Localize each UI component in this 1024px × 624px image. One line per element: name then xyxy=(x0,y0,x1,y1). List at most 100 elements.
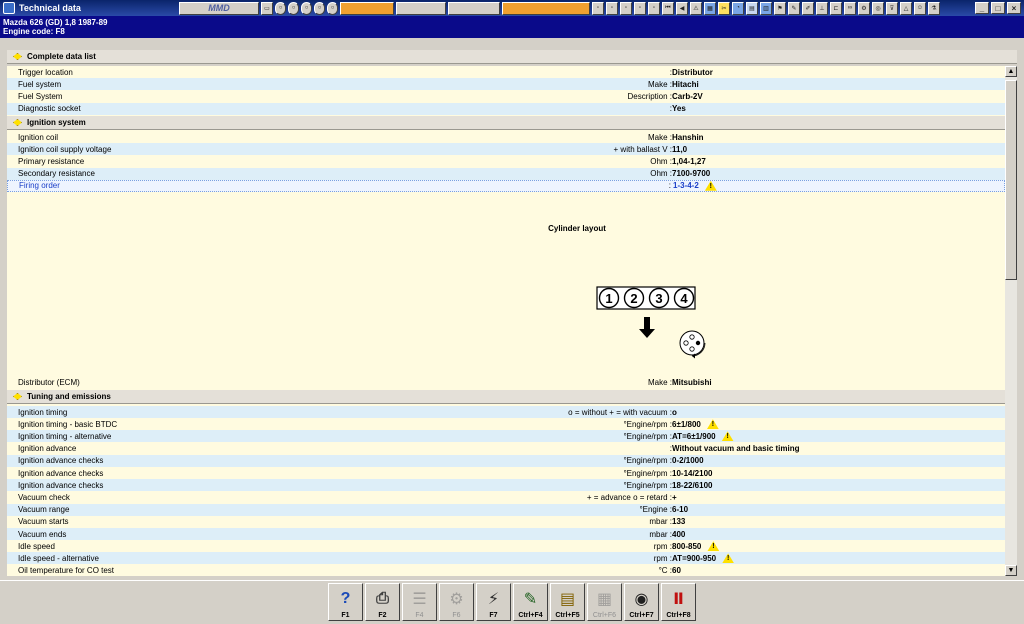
section-ignition-system[interactable]: Ignition system xyxy=(7,116,1005,130)
row-label: Trigger location xyxy=(18,67,73,77)
row-value-text: 18-22/6100 xyxy=(672,480,713,490)
toolbar-button-6[interactable]: ○ xyxy=(327,1,338,15)
warning-icon[interactable] xyxy=(704,180,717,191)
scroll-down-arrow-icon[interactable]: ▼ xyxy=(1005,565,1017,576)
gauge-icon[interactable]: ◔ xyxy=(732,1,744,15)
row-value-text: + xyxy=(672,492,677,502)
toolbar-button-7[interactable]: ▫ xyxy=(592,1,604,15)
row-value-text: 10-14/2100 xyxy=(672,468,713,478)
bracket-icon[interactable]: ⊏ xyxy=(830,1,842,15)
close-button[interactable]: × xyxy=(1007,2,1021,14)
table-row: Ignition coil Make : Hanshin xyxy=(7,131,1005,143)
table-row: Diagnostic socket: Yes xyxy=(7,102,1005,115)
fkey-ctrl-f5[interactable]: ▤ Ctrl+F5 xyxy=(550,583,585,621)
window-title: Technical data xyxy=(19,3,81,13)
row-value: 400 xyxy=(672,530,685,539)
settings-icon[interactable]: ⚙ xyxy=(858,1,870,15)
row-value-text: 133 xyxy=(672,517,686,527)
help-icon: ? xyxy=(340,590,351,607)
table-row: Idle speed rpm :800-850 xyxy=(7,540,1005,552)
table-row[interactable]: Firing order:1-3-4-2 xyxy=(7,179,1005,192)
row-value: + xyxy=(672,493,677,502)
row-value: 1-3-4-2 xyxy=(673,180,717,191)
row-unit: o = without + = with vacuum : xyxy=(568,407,672,417)
sheet-icon: ▤ xyxy=(559,591,576,608)
expand-icon xyxy=(13,119,22,126)
wrench-icon[interactable]: ✎ xyxy=(788,1,800,15)
table-row: Vacuum starts mbar :133 xyxy=(7,516,1005,528)
warning-icon[interactable]: ⚠ xyxy=(690,1,702,15)
display-control[interactable] xyxy=(448,1,500,15)
row-unit: Description : xyxy=(627,91,672,101)
warning-icon[interactable] xyxy=(722,553,735,564)
row-label: Ignition coil xyxy=(18,132,59,142)
warning-icon[interactable] xyxy=(706,419,719,430)
row-label: Ignition advance checks xyxy=(18,480,104,490)
table-row: Ignition timing - alternative °Engine/rpm… xyxy=(7,430,1005,443)
filter-icon[interactable]: ⊽ xyxy=(886,1,898,15)
nav-prev-button[interactable]: ◀ xyxy=(676,1,688,15)
toolbar-button-1[interactable]: ▭ xyxy=(261,1,273,15)
gauges-icon: ◉ xyxy=(634,591,649,608)
fkey-f7[interactable]: ⚡ F7 xyxy=(476,583,511,621)
fkey-f2[interactable]: ⎙ F2 xyxy=(365,583,400,621)
flag-icon[interactable]: ⚑ xyxy=(774,1,786,15)
toolbar-button-9[interactable]: ▫ xyxy=(620,1,632,15)
cylinder-number: 1 xyxy=(605,291,612,306)
toolbar-button-10[interactable]: ▫ xyxy=(634,1,646,15)
toolbar-button-2[interactable]: ○ xyxy=(275,1,286,15)
fkey-f1[interactable]: ? F1 xyxy=(328,583,363,621)
cylinder-layout-title: Cylinder layout xyxy=(548,224,606,233)
row-value-text: Mitsubishi xyxy=(672,377,712,387)
chart-icon[interactable]: ▦ xyxy=(704,1,716,15)
link-icon[interactable]: ∞ xyxy=(844,1,856,15)
slider-control[interactable] xyxy=(396,1,446,15)
list-icon: ☰ xyxy=(412,591,427,608)
person-icon[interactable]: ☺ xyxy=(914,1,926,15)
fkey-label: Ctrl+F5 xyxy=(555,612,580,619)
row-value-text: Hitachi xyxy=(672,79,699,89)
row-value: AT=900-950 xyxy=(672,553,735,564)
gauge2-icon[interactable]: ◎ xyxy=(872,1,884,15)
thermometer-icon[interactable]: ⊥ xyxy=(816,1,828,15)
scroll-up-arrow-icon[interactable]: ▲ xyxy=(1005,66,1017,77)
fkey-ctrl-f7[interactable]: ◉ Ctrl+F7 xyxy=(624,583,659,621)
fkey-label: F1 xyxy=(341,612,350,619)
toolbar: MMD ▭ ○ ○ ○ ○ ○ ▫ ▫ ▫ ▫ ▫ ⏮ ◀ ⚠ ▦ ✂ ◔ ▤ … xyxy=(179,1,940,15)
toolbar-button-4[interactable]: ○ xyxy=(301,1,312,15)
scroll-thumb[interactable] xyxy=(1005,80,1017,280)
section-complete-data-list[interactable]: Complete data list xyxy=(7,50,1017,64)
distributor-terminal xyxy=(683,340,689,346)
row-unit: °Engine/rpm : xyxy=(623,419,672,429)
book-icon[interactable]: ▤ xyxy=(746,1,758,15)
toolbar-button-11[interactable]: ▫ xyxy=(648,1,660,15)
toolbar-button-3[interactable]: ○ xyxy=(288,1,299,15)
table-row: Oil temperature for CO test °C :60 xyxy=(7,565,1005,576)
document-icon[interactable]: ▥ xyxy=(760,1,772,15)
toolbar-button-8[interactable]: ▫ xyxy=(606,1,618,15)
vertical-scrollbar[interactable]: ▲ ▼ xyxy=(1005,66,1017,576)
warning-icon[interactable] xyxy=(721,431,734,442)
fkey-ctrl-f4[interactable]: ✎ Ctrl+F4 xyxy=(513,583,548,621)
section-tuning-and-emissions[interactable]: Tuning and emissions xyxy=(7,390,1005,404)
row-value: Carb-2V xyxy=(672,92,703,101)
row-label: Distributor (ECM) xyxy=(18,377,80,387)
nav-first-button[interactable]: ⏮ xyxy=(662,1,674,15)
minimize-button[interactable]: _ xyxy=(975,2,989,14)
data-table: Trigger location: Distributor Fuel system M… xyxy=(7,66,1005,576)
fkey-ctrl-f8[interactable]: Ⅱ Ctrl+F8 xyxy=(661,583,696,621)
row-label: Fuel System xyxy=(18,91,63,101)
row-label: Ignition timing xyxy=(18,407,68,417)
maximize-button[interactable]: □ xyxy=(991,2,1005,14)
toolbar-button-5[interactable]: ○ xyxy=(314,1,325,15)
row-value: 60 xyxy=(672,566,681,575)
row-label: Ignition coil supply voltage xyxy=(18,144,112,154)
tools-icon[interactable]: ✂ xyxy=(718,1,730,15)
alert-icon[interactable]: △ xyxy=(900,1,912,15)
pencil-icon[interactable]: ✐ xyxy=(802,1,814,15)
warning-icon[interactable] xyxy=(707,541,720,552)
row-value: Without vacuum and basic timing xyxy=(672,444,800,453)
row-label: Ignition timing - alternative xyxy=(18,431,112,441)
flask-icon[interactable]: ⚗ xyxy=(928,1,940,15)
row-value-text: 6±1/800 xyxy=(672,419,701,429)
